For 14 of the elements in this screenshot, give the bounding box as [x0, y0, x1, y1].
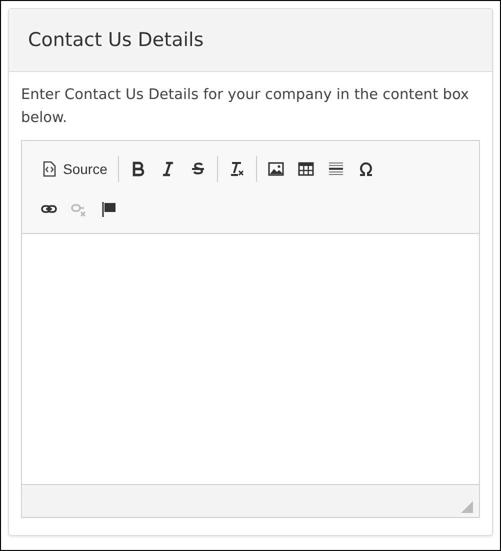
horizontal-line-icon — [328, 161, 344, 177]
unlink-icon — [71, 201, 87, 217]
table-icon — [298, 161, 314, 177]
image-icon — [268, 161, 284, 177]
omega-icon — [358, 161, 374, 177]
code-file-icon — [41, 161, 57, 177]
flag-icon — [101, 201, 117, 217]
strikethrough-icon — [190, 161, 206, 177]
instructions-text: Enter Contact Us Details for your company in the content box below. — [21, 86, 470, 128]
resize-handle-icon[interactable] — [461, 501, 473, 513]
bold-icon — [130, 161, 146, 177]
clear-formatting-icon — [229, 161, 246, 177]
panel-title: Contact Us Details — [28, 29, 204, 51]
source-button[interactable]: Source — [36, 157, 112, 181]
